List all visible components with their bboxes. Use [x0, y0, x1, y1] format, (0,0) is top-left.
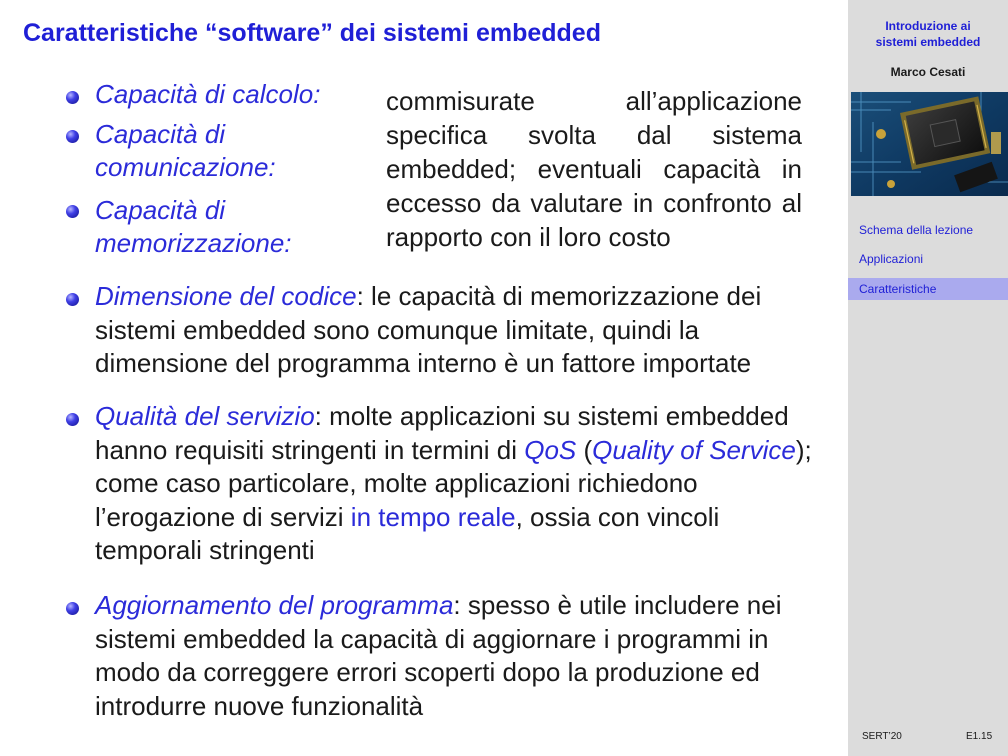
- slide-title: Caratteristiche “software” dei sistemi e…: [23, 19, 601, 47]
- qos-term: Qualità del servizio: [95, 401, 315, 431]
- bullet-icon: [66, 293, 79, 306]
- capability-label-mem-1: Capacità di: [95, 195, 226, 225]
- bullet-icon: [66, 413, 79, 426]
- footer-page-number: E1.15: [966, 731, 993, 742]
- qos-paren-open: (: [576, 434, 593, 465]
- bullet-icon: [66, 602, 79, 615]
- capability-label-mem-2: memorizzazione:: [95, 228, 292, 258]
- capability-label-compute: Capacità di calcolo:: [95, 79, 321, 109]
- qos-expansion: Quality of Service: [592, 434, 796, 465]
- bullet-icon: [66, 205, 79, 218]
- bullet-icon: [66, 91, 79, 104]
- slide-main: Caratteristiche “software” dei sistemi e…: [0, 0, 848, 756]
- nav-item-schema[interactable]: Schema della lezione: [848, 219, 1008, 241]
- footer-course: SERT’20: [862, 731, 902, 742]
- circuit-board-drawing: [851, 92, 1008, 196]
- capability-label-comm-2: comunicazione:: [95, 152, 276, 182]
- circuit-board-image: [851, 92, 1008, 196]
- update-paragraph: Aggiornamento del programma: spesso è ut…: [95, 589, 815, 723]
- code-size-paragraph: Dimensione del codice: le capacità di me…: [95, 280, 815, 381]
- nav-item-caratteristiche[interactable]: Caratteristiche: [848, 278, 1008, 300]
- capability-label-comm-1: Capacità di: [95, 119, 226, 149]
- update-term: Aggiornamento del programma: [95, 590, 454, 620]
- author-name: Marco Cesati: [890, 65, 966, 79]
- bullet-icon: [66, 130, 79, 143]
- code-size-term: Dimensione del codice: [95, 281, 357, 311]
- qos-paragraph: Qualità del servizio: molte applicazioni…: [95, 400, 815, 568]
- capabilities-description: commisurate all’applicazione specifica s…: [386, 86, 802, 252]
- lecture-title: Introduzione ai sistemi embedded: [875, 19, 981, 49]
- qos-realtime: in tempo reale: [350, 501, 516, 532]
- qos-abbr: QoS: [524, 434, 577, 465]
- nav-item-applicazioni[interactable]: Applicazioni: [848, 248, 1008, 270]
